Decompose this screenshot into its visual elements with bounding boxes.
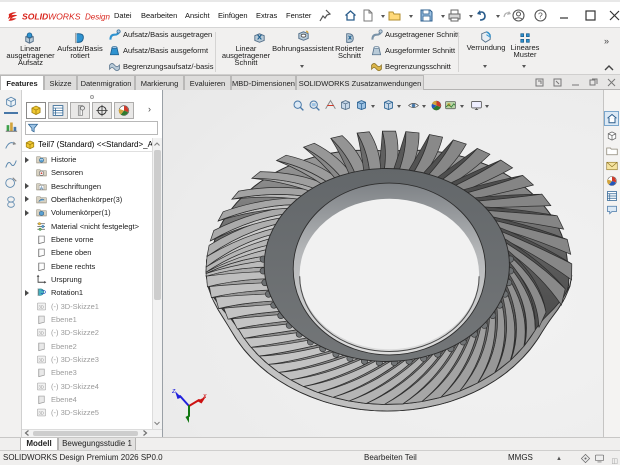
svg-text:SOLID: SOLID [22,12,48,22]
svg-text:Design: Design [85,13,110,22]
svg-text:3D: 3D [38,411,44,416]
svg-text:WORKS: WORKS [48,12,81,22]
svg-text:x: x [202,393,207,400]
svg-text:?: ? [538,11,543,21]
svg-text:z: z [171,388,176,395]
svg-text:A: A [40,185,43,190]
svg-text:3D: 3D [38,331,44,336]
svg-text:3D: 3D [38,384,44,389]
svg-text:3D: 3D [38,304,44,309]
svg-text:3D: 3D [38,358,44,363]
